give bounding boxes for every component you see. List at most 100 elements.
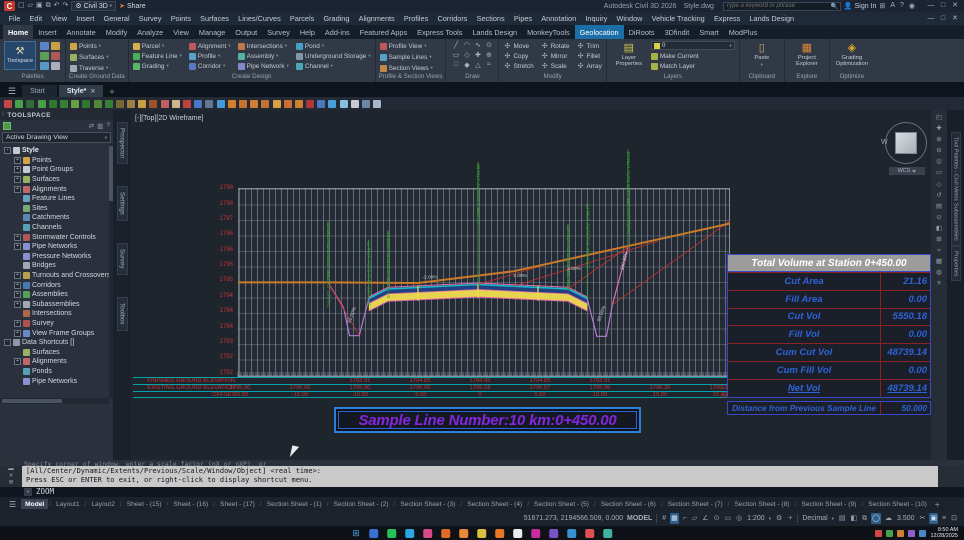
draw-tool-icon[interactable]: ╱ bbox=[450, 41, 461, 51]
layout-tab[interactable]: Sheet - (15) bbox=[123, 499, 166, 509]
toolspace-header[interactable]: ⁞ TOOLSPACE bbox=[0, 110, 113, 120]
taskbar-app-icon[interactable] bbox=[584, 528, 594, 538]
workspace-selector[interactable]: ⚙ Civil 3D ▾ bbox=[71, 1, 117, 11]
ribbon-tab[interactable]: MonkeyTools bbox=[522, 25, 575, 39]
project-explorer-button[interactable]: ▦ Project Explorer bbox=[789, 41, 825, 67]
panel-label[interactable]: Profile & Section Views bbox=[376, 73, 446, 82]
ribbon-button[interactable]: ✣ Array bbox=[577, 61, 602, 71]
ribbon-tab[interactable]: Lands Design bbox=[467, 25, 522, 39]
taskbar-app-icon[interactable] bbox=[530, 528, 540, 538]
menu-item[interactable]: Annotation bbox=[537, 14, 581, 23]
ribbon-button[interactable]: ✣ Move bbox=[503, 41, 533, 51]
qat-icon[interactable]: ▱ bbox=[28, 1, 33, 11]
ribbon-button[interactable]: Assembly ▾ bbox=[237, 51, 289, 61]
ribbon-button[interactable]: Alignment ▾ bbox=[188, 41, 231, 51]
toolbar-icon[interactable] bbox=[104, 99, 113, 108]
menu-item[interactable]: Edit bbox=[25, 14, 47, 23]
ribbon-tab[interactable]: Manage bbox=[194, 25, 230, 39]
status-toggle-icon[interactable]: ⊙ bbox=[713, 513, 721, 524]
status-toggle-icon[interactable]: ☁ bbox=[884, 513, 893, 524]
refresh-icon[interactable]: ⇄ bbox=[89, 122, 94, 130]
toolbar-icon[interactable] bbox=[82, 99, 91, 108]
ribbon-button[interactable]: Channel ▾ bbox=[295, 61, 371, 71]
help-icon[interactable]: ? bbox=[106, 122, 110, 130]
ribbon-button[interactable]: Underground Storage ▾ bbox=[295, 51, 371, 61]
qat-icon[interactable]: ▣ bbox=[36, 1, 43, 11]
ribbon-button[interactable]: Sample Lines ▾ bbox=[379, 52, 433, 62]
toolbar-icon[interactable] bbox=[272, 99, 281, 108]
toolspace-side-tab[interactable]: Survey bbox=[116, 243, 128, 275]
toolbar-icon[interactable] bbox=[48, 99, 57, 108]
gear-icon[interactable]: ⚙ bbox=[775, 513, 783, 524]
taskbar-app-icon[interactable] bbox=[386, 528, 396, 538]
toolbar-icon[interactable] bbox=[339, 99, 348, 108]
taskbar-app-icon[interactable] bbox=[422, 528, 432, 538]
ribbon-button[interactable]: Pond ▾ bbox=[295, 41, 371, 51]
view-selector-dropdown[interactable]: Active Drawing View ▾ bbox=[2, 132, 111, 143]
draw-tool-icon[interactable]: ✚ bbox=[472, 51, 483, 61]
view-cube[interactable]: W bbox=[881, 120, 929, 166]
ribbon-button[interactable]: Parcel ▾ bbox=[132, 41, 182, 51]
draw-tool-icon[interactable]: △ bbox=[472, 61, 483, 71]
toolbar-icon[interactable] bbox=[115, 99, 124, 108]
menu-item[interactable]: Lands Design bbox=[745, 14, 799, 23]
search-input[interactable] bbox=[725, 3, 829, 9]
ribbon-tab[interactable]: ModPlus bbox=[724, 25, 762, 39]
toolbar-icon[interactable] bbox=[362, 99, 370, 108]
toolbar-icon[interactable] bbox=[317, 99, 326, 108]
layout-menu-icon[interactable]: ☰ bbox=[4, 500, 21, 509]
tree-item[interactable]: Intersections bbox=[1, 309, 113, 319]
title-icon[interactable]: A bbox=[890, 2, 895, 10]
palette-mini-icon[interactable] bbox=[40, 52, 49, 60]
file-tab[interactable]: Start bbox=[22, 85, 57, 97]
taskbar-app-icon[interactable] bbox=[368, 528, 378, 538]
navbar-icon[interactable]: ◎ bbox=[936, 159, 942, 166]
toolbar-icon[interactable] bbox=[149, 99, 158, 108]
tree-item[interactable]: Channels bbox=[1, 223, 113, 233]
drawing-viewport[interactable]: [-][Top][2D Wireframe] 1798 1798 1797 1796 1… bbox=[131, 110, 931, 460]
tree-expander-icon[interactable] bbox=[14, 378, 21, 385]
toolbar-icon[interactable] bbox=[138, 99, 147, 108]
add-scale-button[interactable]: + bbox=[787, 513, 793, 524]
tree-item[interactable]: + Survey bbox=[1, 319, 113, 329]
ribbon-button[interactable]: Points ▾ bbox=[70, 41, 109, 51]
ribbon-button[interactable]: Make Current bbox=[650, 51, 735, 61]
tree-expander-icon[interactable]: + bbox=[14, 291, 21, 299]
layout-tab[interactable]: Sheet - (16) bbox=[169, 499, 212, 509]
draw-tool-icon[interactable]: □ bbox=[450, 61, 461, 71]
tree-item[interactable]: Pressure Networks bbox=[1, 252, 113, 262]
menu-item[interactable]: Points bbox=[166, 14, 195, 23]
ribbon-button[interactable]: Pipe Network ▾ bbox=[237, 61, 289, 71]
toolspace-button[interactable]: ⚒ Toolspace bbox=[4, 41, 36, 70]
layout-tab[interactable]: Layout1 bbox=[52, 499, 83, 509]
search-icon[interactable]: 🔍 bbox=[830, 3, 837, 10]
menu-item[interactable]: View bbox=[47, 14, 72, 23]
ribbon-button[interactable]: ✣ Scale bbox=[541, 61, 570, 71]
share-button[interactable]: ➤ Share bbox=[119, 2, 146, 11]
menu-item[interactable]: Parcels bbox=[285, 14, 319, 23]
ribbon-button[interactable]: Section Views ▾ bbox=[379, 63, 433, 73]
tree-item[interactable]: Ponds bbox=[1, 367, 113, 377]
ribbon-tab[interactable]: Express Tools bbox=[412, 25, 467, 39]
toolbar-icon[interactable] bbox=[328, 99, 337, 108]
toolbar-icon[interactable] bbox=[261, 99, 270, 108]
navbar-icon[interactable]: ▭ bbox=[936, 170, 942, 177]
taskbar-app-icon[interactable] bbox=[566, 528, 576, 538]
toolbar-icon[interactable] bbox=[294, 99, 303, 108]
toolbar-icon[interactable] bbox=[227, 99, 236, 108]
ribbon-tab[interactable]: View bbox=[168, 25, 194, 39]
navbar-icon[interactable]: ◇ bbox=[937, 181, 942, 189]
draw-tool-icon[interactable]: ◠ bbox=[461, 41, 472, 51]
units-selector[interactable]: Decimal bbox=[802, 515, 827, 522]
menu-item[interactable]: Insert bbox=[72, 14, 99, 23]
layout-tab[interactable]: Sheet - (17) bbox=[216, 499, 259, 509]
command-line-icon[interactable]: ✕ bbox=[9, 473, 14, 479]
file-tab-menu-icon[interactable]: ☰ bbox=[4, 86, 20, 97]
command-line-icon[interactable]: ⚒ bbox=[9, 480, 14, 486]
toolbar-icon[interactable] bbox=[183, 99, 191, 108]
navbar-icon[interactable]: ↺ bbox=[936, 192, 941, 200]
toolbar-icon[interactable] bbox=[127, 99, 136, 108]
view-cube-face[interactable] bbox=[895, 132, 917, 154]
menu-item[interactable]: Window bbox=[612, 14, 647, 23]
toolbar-icon[interactable] bbox=[238, 99, 247, 108]
